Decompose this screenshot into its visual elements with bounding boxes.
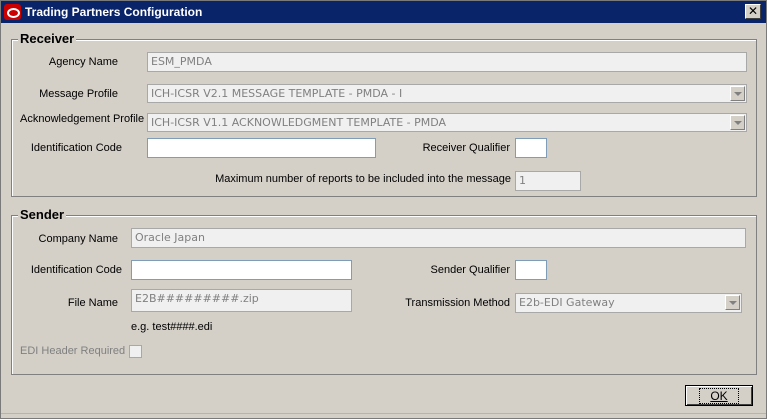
status-divider — [1, 413, 766, 414]
chevron-down-icon[interactable] — [730, 115, 745, 130]
transmission-method-select[interactable]: E2b-EDI Gateway — [515, 293, 742, 313]
close-button[interactable]: ✕ — [745, 4, 761, 19]
ok-button[interactable]: OK — [685, 385, 753, 406]
title-bar[interactable]: Trading Partners Configuration ✕ — [1, 1, 766, 23]
company-name-label: Company Name — [38, 233, 118, 245]
chevron-down-icon[interactable] — [725, 295, 740, 310]
dialog-window: Trading Partners Configuration ✕ Receive… — [0, 0, 767, 419]
message-profile-label: Message Profile — [39, 88, 118, 100]
chevron-down-icon[interactable] — [730, 86, 745, 101]
sender-identification-code-input[interactable] — [131, 260, 352, 280]
receiver-qualifier-label: Receiver Qualifier — [422, 142, 510, 154]
sender-identification-code-label: Identification Code — [30, 264, 122, 276]
sender-qualifier-label: Sender Qualifier — [430, 264, 511, 276]
receiver-qualifier-input[interactable] — [515, 138, 547, 158]
window-title: Trading Partners Configuration — [25, 5, 203, 19]
max-reports-label: Maximum number of reports to be included… — [215, 173, 511, 185]
oracle-logo-icon — [4, 4, 21, 20]
agency-name-field[interactable]: ESM_PMDA — [147, 52, 747, 72]
file-name-label: File Name — [67, 297, 118, 309]
edi-header-label: EDI Header Required — [20, 345, 126, 357]
transmission-method-label: Transmission Method — [405, 297, 510, 309]
message-profile-value: ICH-ICSR V2.1 MESSAGE TEMPLATE - PMDA - … — [151, 87, 403, 100]
ack-profile-value: ICH-ICSR V1.1 ACKNOWLEDGMENT TEMPLATE - … — [151, 116, 447, 129]
file-name-field[interactable]: E2B#########.zip — [131, 289, 352, 312]
ack-profile-label: Acknowledgement Profile — [20, 113, 145, 125]
sender-legend: Sender — [18, 207, 67, 222]
file-name-example: e.g. test####.edi — [131, 321, 213, 333]
company-name-field[interactable]: Oracle Japan — [131, 228, 746, 248]
receiver-identification-code-label: Identification Code — [30, 142, 122, 154]
message-profile-select[interactable]: ICH-ICSR V2.1 MESSAGE TEMPLATE - PMDA - … — [147, 84, 747, 103]
transmission-method-value: E2b-EDI Gateway — [519, 296, 615, 309]
max-reports-field[interactable]: 1 — [515, 171, 581, 191]
edi-header-checkbox[interactable] — [129, 345, 142, 358]
sender-qualifier-input[interactable] — [515, 260, 547, 280]
receiver-legend: Receiver — [18, 31, 77, 46]
close-icon: ✕ — [747, 4, 759, 18]
receiver-identification-code-input[interactable] — [147, 138, 376, 158]
ok-button-label: OK — [699, 387, 739, 404]
ack-profile-select[interactable]: ICH-ICSR V1.1 ACKNOWLEDGMENT TEMPLATE - … — [147, 113, 747, 132]
agency-name-label: Agency Name — [48, 56, 118, 68]
